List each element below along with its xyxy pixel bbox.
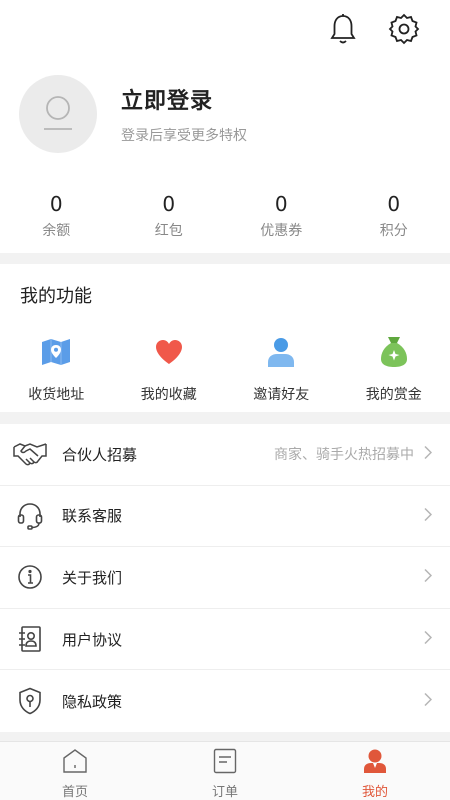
menu-item-about[interactable]: 关于我们 [0, 547, 450, 609]
stat-label: 红包 [154, 223, 183, 239]
stat-coupons[interactable]: 0 优惠券 [225, 192, 338, 240]
menu-label: 关于我们 [62, 568, 123, 587]
menu-label: 联系客服 [62, 507, 123, 526]
menu-item-hint: 商家、骑手火热招募中 [274, 447, 414, 464]
menu-label: 隐私政策 [62, 692, 123, 711]
contacts-book-icon [12, 622, 48, 656]
gear-icon[interactable] [388, 12, 420, 46]
chevron-right-icon [424, 506, 433, 525]
chevron-right-icon [424, 445, 433, 464]
feature-label: 邀请好友 [253, 387, 310, 403]
money-bag-icon [338, 334, 450, 370]
tab-label: 首页 [61, 785, 88, 800]
heart-icon [113, 334, 226, 370]
login-subtitle: 登录后享受更多特权 [121, 128, 247, 144]
stat-value: 0 [274, 192, 288, 216]
chevron-right-icon [424, 568, 433, 587]
stat-points[interactable]: 0 积分 [338, 192, 450, 240]
profile-header: 立即登录 登录后享受更多特权 0 余额 0 红包 0 优惠券 0 积分 [0, 0, 450, 253]
bell-icon[interactable] [327, 12, 359, 46]
my-features-section: 我的功能 收货地址 我的收藏 邀请好友 我的赏金 [0, 264, 450, 412]
feature-invite[interactable]: 邀请好友 [225, 334, 338, 404]
person-icon [225, 334, 338, 370]
settings-menu: 合伙人招募 商家、骑手火热招募中 联系客服 关于我们 用户协议 隐私政策 [0, 424, 450, 732]
stat-value: 0 [162, 192, 176, 216]
tab-home[interactable]: 首页 [0, 742, 150, 800]
stat-label: 积分 [379, 223, 408, 239]
avatar[interactable] [19, 75, 97, 153]
tab-label: 订单 [211, 785, 238, 800]
features-title: 我的功能 [20, 286, 92, 307]
feature-bounty[interactable]: 我的赏金 [338, 334, 450, 404]
stat-label: 余额 [42, 223, 71, 239]
info-icon [12, 560, 48, 594]
shield-lock-icon [12, 684, 48, 718]
tab-mine[interactable]: 我的 [300, 742, 450, 800]
menu-label: 合伙人招募 [62, 445, 138, 464]
tab-label: 我的 [361, 785, 388, 800]
map-icon [0, 334, 113, 370]
feature-favorites[interactable]: 我的收藏 [113, 334, 226, 404]
tab-orders[interactable]: 订单 [150, 742, 300, 800]
stat-value: 0 [387, 192, 401, 216]
headset-icon [12, 499, 48, 533]
account-stats: 0 余额 0 红包 0 优惠券 0 积分 [0, 192, 450, 240]
feature-address[interactable]: 收货地址 [0, 334, 113, 404]
order-icon [150, 747, 300, 775]
menu-item-user-agreement[interactable]: 用户协议 [0, 609, 450, 671]
menu-item-customer-service[interactable]: 联系客服 [0, 486, 450, 548]
feature-label: 我的赏金 [365, 387, 422, 403]
home-icon [0, 747, 150, 775]
user-icon [300, 747, 450, 775]
feature-label: 收货地址 [28, 387, 85, 403]
login-title[interactable]: 立即登录 [121, 83, 247, 115]
chevron-right-icon [424, 692, 433, 711]
handshake-icon [12, 437, 48, 471]
stat-balance[interactable]: 0 余额 [0, 192, 113, 240]
login-block[interactable]: 立即登录 登录后享受更多特权 [19, 75, 247, 153]
menu-label: 用户协议 [62, 630, 123, 649]
bottom-tab-bar: 首页 订单 我的 [0, 741, 450, 800]
stat-red-packet[interactable]: 0 红包 [113, 192, 226, 240]
stat-label: 优惠券 [260, 223, 303, 239]
chevron-right-icon [424, 630, 433, 649]
menu-item-partner[interactable]: 合伙人招募 商家、骑手火热招募中 [0, 424, 450, 486]
feature-label: 我的收藏 [140, 387, 197, 403]
menu-item-privacy[interactable]: 隐私政策 [0, 670, 450, 732]
stat-value: 0 [49, 192, 63, 216]
